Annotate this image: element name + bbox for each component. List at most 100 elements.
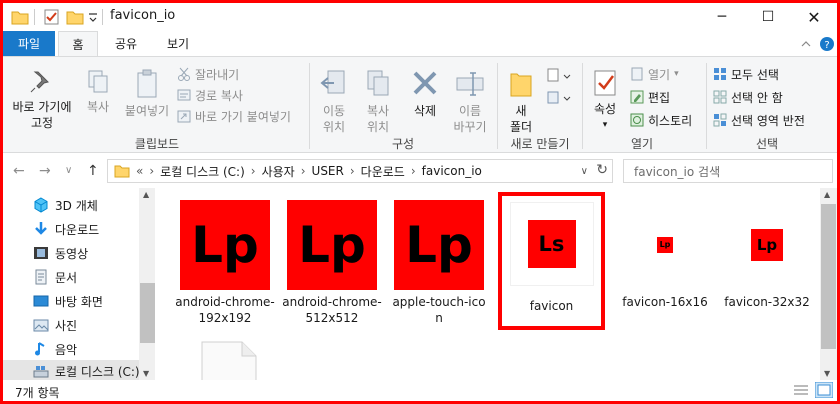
- content-scrollbar[interactable]: ▲ ▼: [820, 188, 837, 380]
- copy-to-icon: [367, 70, 389, 96]
- close-button[interactable]: ✕: [791, 3, 837, 31]
- scroll-down-icon[interactable]: ▼: [824, 369, 830, 378]
- edit-button[interactable]: 편집: [630, 88, 670, 106]
- delete-button[interactable]: 삭제: [407, 69, 443, 119]
- edit-icon: [630, 90, 644, 104]
- open-button[interactable]: 열기 ▾: [630, 65, 679, 83]
- paste-shortcut-button[interactable]: 바로 가기 붙여넣기: [177, 107, 291, 125]
- copy-to-label-1: 복사: [366, 104, 390, 118]
- breadcrumb-user[interactable]: USER: [312, 164, 344, 178]
- forward-arrow-icon[interactable]: →: [39, 163, 51, 179]
- select-none-button[interactable]: 선택 안 함: [713, 88, 783, 106]
- file-item-favicon[interactable]: Ls favicon: [504, 202, 599, 314]
- select-none-icon: [713, 90, 727, 104]
- address-bar[interactable]: « › 로컬 디스크 (C:) › 사용자 › USER › 다운로드 › fa…: [107, 159, 613, 183]
- scroll-down-icon[interactable]: ▼: [143, 369, 149, 378]
- scissors-icon: [178, 67, 190, 81]
- paste-button[interactable]: 붙여넣기: [121, 69, 173, 119]
- history-icon: [630, 113, 644, 127]
- breadcrumb-downloads[interactable]: 다운로드: [361, 163, 405, 180]
- breadcrumb-overflow[interactable]: «: [136, 164, 143, 178]
- breadcrumb-separator-icon: ›: [149, 164, 155, 178]
- tab-share[interactable]: 공유: [106, 31, 146, 56]
- pin-quick-access-button[interactable]: 바로 가기에 고정: [7, 69, 77, 131]
- nav-item-pictures[interactable]: 사진: [33, 314, 77, 336]
- file-thumbnail: Lp: [394, 200, 484, 290]
- new-folder-icon[interactable]: [66, 8, 84, 26]
- folder-icon: [11, 11, 29, 25]
- navigation-pane: 3D 개체 다운로드 동영상 문서 바탕 화면 사진 음악 로컬 디스크 (C:…: [3, 188, 155, 380]
- file-item[interactable]: [195, 338, 265, 380]
- file-item[interactable]: Lp apple-touch-ico n: [389, 200, 489, 326]
- file-name-line2: 512x512: [305, 311, 359, 325]
- nav-item-local-disk[interactable]: 로컬 디스크 (C:): [33, 360, 140, 382]
- breadcrumb-favicon-io[interactable]: favicon_io: [422, 164, 482, 178]
- select-all-button[interactable]: 모두 선택: [713, 65, 779, 83]
- folder-icon: [114, 165, 130, 178]
- scrollbar-thumb[interactable]: [140, 283, 155, 343]
- tab-file[interactable]: 파일: [3, 31, 55, 56]
- search-input[interactable]: favicon_io 검색: [623, 159, 833, 183]
- scroll-up-icon[interactable]: ▲: [143, 190, 149, 199]
- invert-selection-button[interactable]: 선택 영역 반전: [713, 111, 805, 129]
- delete-x-icon: [413, 71, 437, 95]
- rename-button[interactable]: 이름 바꾸기: [448, 69, 492, 135]
- help-icon[interactable]: ?: [819, 36, 835, 52]
- scroll-up-icon[interactable]: ▲: [824, 190, 830, 199]
- nav-item-music[interactable]: 음악: [33, 338, 77, 360]
- address-dropdown-icon[interactable]: ∨: [581, 166, 588, 177]
- move-to-label-2: 위치: [322, 120, 346, 134]
- nav-item-label: 바탕 화면: [55, 294, 103, 309]
- file-item[interactable]: Lp android-chrome- 512x512: [282, 200, 382, 326]
- sidebar-scrollbar[interactable]: ▲ ▼: [139, 188, 156, 380]
- select-all-label: 모두 선택: [731, 67, 779, 82]
- history-button[interactable]: 히스토리: [630, 111, 692, 129]
- tab-view[interactable]: 보기: [158, 31, 198, 56]
- ribbon: 바로 가기에 고정 복사 붙여넣기 잘라내기 경로 복사 바로 가기 붙여넣기 …: [3, 56, 837, 153]
- history-label: 히스토리: [648, 113, 693, 128]
- file-item[interactable]: Lp android-chrome- 192x192: [175, 200, 275, 326]
- file-name: favicon: [529, 299, 574, 313]
- customize-dropdown-icon[interactable]: [87, 8, 99, 26]
- nav-item-downloads[interactable]: 다운로드: [33, 218, 99, 240]
- desktop-icon: [33, 295, 49, 307]
- title-bar: favicon_io ─ ☐ ✕: [3, 3, 837, 31]
- recent-dropdown-icon[interactable]: ∨: [65, 165, 72, 176]
- large-icons-view-icon[interactable]: [815, 382, 833, 398]
- maximize-button[interactable]: ☐: [745, 3, 791, 31]
- new-folder-button[interactable]: 새 폴더: [503, 69, 539, 135]
- up-arrow-icon[interactable]: ↑: [87, 163, 99, 179]
- details-view-icon[interactable]: [793, 383, 809, 397]
- collapse-ribbon-icon[interactable]: [800, 39, 812, 49]
- properties-check-icon[interactable]: [43, 8, 61, 26]
- cut-button[interactable]: 잘라내기: [177, 65, 239, 83]
- refresh-icon[interactable]: ↻: [596, 162, 608, 178]
- tab-home[interactable]: 홈: [58, 31, 98, 56]
- breadcrumb-separator-icon: ›: [300, 164, 306, 178]
- open-icon: [631, 67, 643, 81]
- new-item-icon[interactable]: [546, 67, 572, 85]
- properties-button[interactable]: 속성 ▾: [586, 69, 624, 133]
- rename-icon: [456, 72, 484, 96]
- easy-access-icon[interactable]: [546, 89, 572, 107]
- breadcrumb-local-disk[interactable]: 로컬 디스크 (C:): [160, 163, 245, 180]
- breadcrumb-separator-icon: ›: [250, 164, 256, 178]
- copy-button[interactable]: 복사: [79, 69, 117, 115]
- back-arrow-icon[interactable]: ←: [13, 163, 25, 179]
- file-item[interactable]: Lp favicon-16x16: [610, 200, 720, 310]
- file-item[interactable]: Lp favicon-32x32: [717, 200, 817, 310]
- breadcrumb-users[interactable]: 사용자: [262, 163, 295, 180]
- nav-item-videos[interactable]: 동영상: [33, 242, 88, 264]
- move-to-button[interactable]: 이동 위치: [314, 69, 354, 135]
- nav-item-3d-objects[interactable]: 3D 개체: [33, 194, 98, 216]
- minimize-button[interactable]: ─: [699, 3, 745, 31]
- scrollbar-thumb[interactable]: [821, 204, 836, 349]
- copy-to-button[interactable]: 복사 위치: [358, 69, 398, 135]
- document-icon: [35, 269, 47, 285]
- copy-path-button[interactable]: 경로 복사: [177, 86, 243, 104]
- ribbon-tabs: 파일 홈 공유 보기 ?: [3, 31, 837, 56]
- nav-item-documents[interactable]: 문서: [33, 266, 77, 288]
- nav-item-desktop[interactable]: 바탕 화면: [33, 290, 103, 312]
- file-name: android-chrome-: [175, 295, 275, 309]
- new-folder-icon: [510, 73, 532, 97]
